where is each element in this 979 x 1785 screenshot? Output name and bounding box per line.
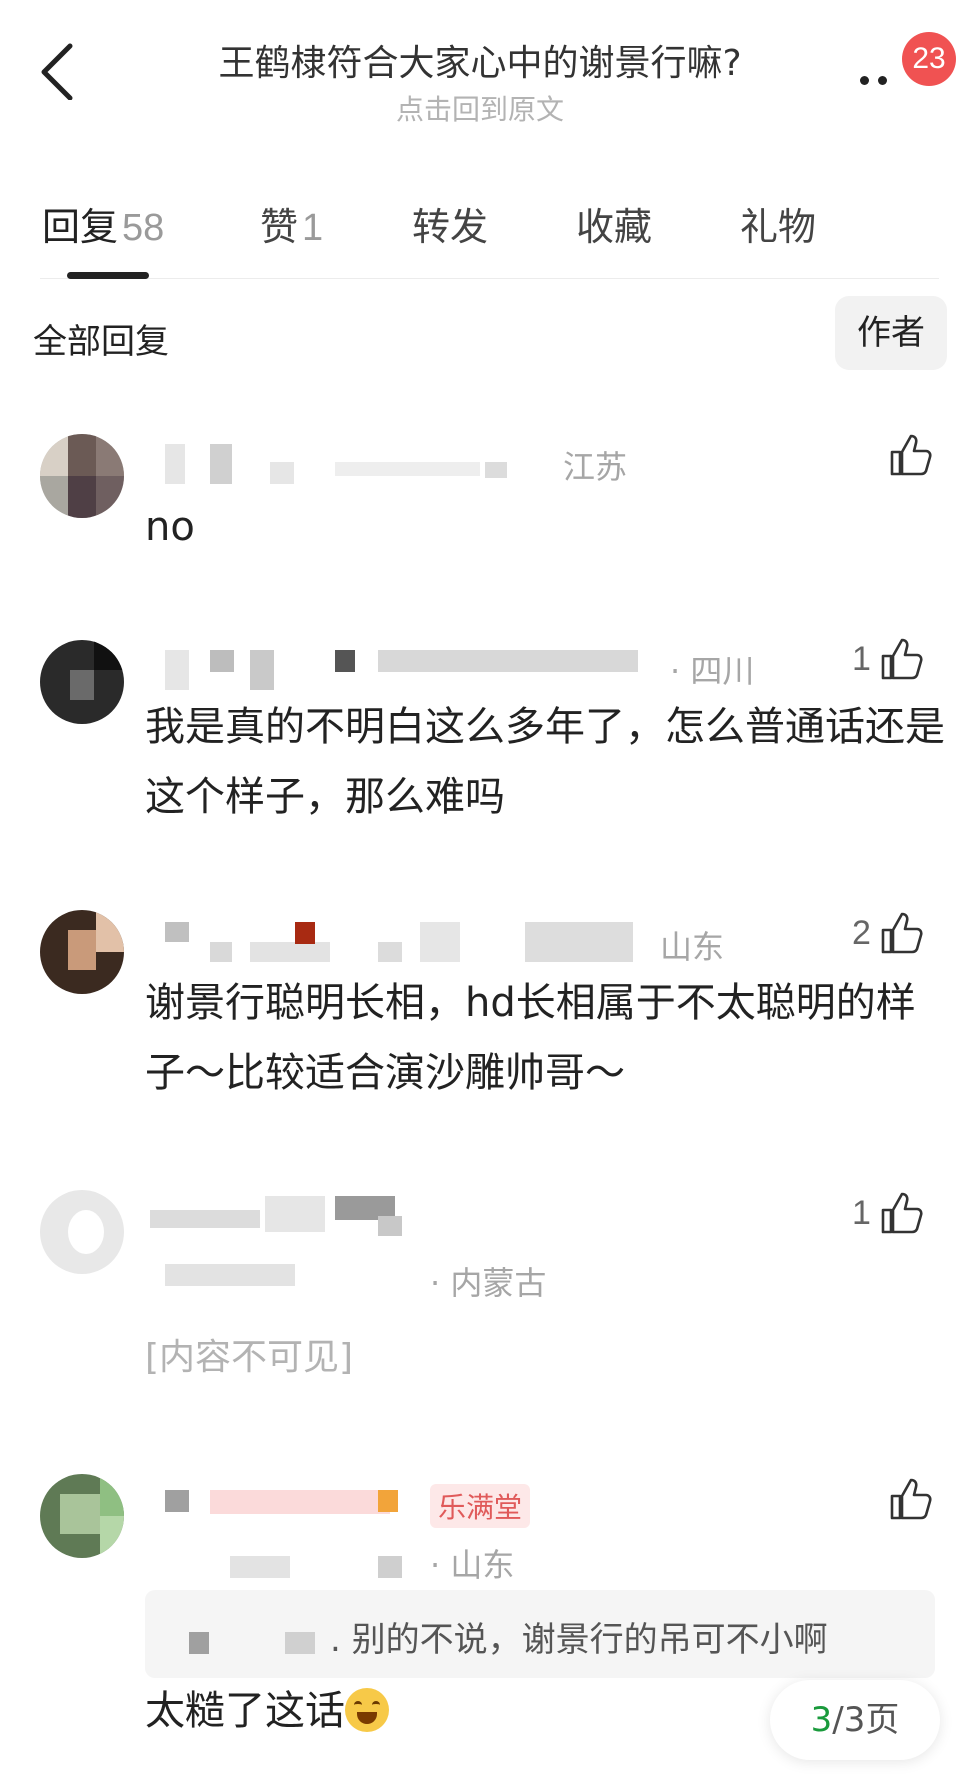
quoted-reply[interactable]: . 别的不说，谢景行的吊可不小啊 <box>145 1590 935 1678</box>
active-tab-indicator <box>67 272 149 279</box>
username-blurred <box>378 942 402 962</box>
tab-label: 赞 <box>260 205 299 249</box>
tab-favorites[interactable]: 收藏 <box>576 196 652 251</box>
like-button[interactable] <box>888 1476 934 1522</box>
comment-text: 太糙了这话 <box>145 1676 705 1746</box>
location-label: · 山东 <box>430 1546 515 1584</box>
username-blurred <box>420 922 460 962</box>
content-hidden-text: [内容不可见] <box>145 1337 354 1378</box>
fan-badge[interactable]: 乐满堂 <box>430 1484 531 1528</box>
comment-text-body: 太糙了这话 <box>145 1688 345 1734</box>
like-button[interactable]: 1 <box>852 1190 925 1236</box>
thumbs-up-icon <box>890 434 932 476</box>
tab-count: 1 <box>302 207 324 249</box>
tab-likes[interactable]: 赞1 <box>260 196 323 251</box>
tab-label: 收藏 <box>576 205 653 249</box>
avatar[interactable] <box>40 1190 124 1274</box>
username-blurred <box>210 650 234 672</box>
username-blurred <box>250 650 274 690</box>
username-blurred <box>525 922 633 962</box>
username-blurred[interactable] <box>165 922 189 942</box>
location-label: 江苏 <box>563 448 628 486</box>
post-title[interactable]: 王鹤棣符合大家心中的谢景行嘛? <box>150 34 810 86</box>
avatar[interactable] <box>40 910 124 994</box>
like-button[interactable]: 2 <box>852 910 925 956</box>
tab-reposts[interactable]: 转发 <box>412 196 488 251</box>
all-replies-label[interactable]: 全部回复 <box>33 314 169 363</box>
username-blurred <box>378 650 638 672</box>
page-indicator[interactable]: 3/3页 <box>770 1680 940 1760</box>
tab-label: 礼物 <box>740 205 817 249</box>
username-blurred <box>378 1216 402 1236</box>
laughing-tears-emoji-icon <box>345 1688 389 1732</box>
tab-label: 回复 <box>42 205 119 249</box>
username-blurred <box>378 1556 402 1578</box>
like-count: 1 <box>852 639 871 678</box>
username-blurred <box>335 462 480 476</box>
avatar[interactable] <box>40 1474 124 1558</box>
username-blurred[interactable] <box>150 1210 260 1228</box>
username-blurred <box>230 1556 290 1578</box>
username-blurred <box>485 462 507 478</box>
comment-text: no <box>145 504 195 550</box>
back-arrow-icon[interactable] <box>30 40 90 100</box>
comment-text: 谢景行聪明长相，hd长相属于不太聪明的样子～比较适合演沙雕帅哥～ <box>145 980 916 1096</box>
username-blurred[interactable] <box>165 444 185 484</box>
comment-text: 我是真的不明白这么多年了，怎么普通话还是这个样子，那么难吗 <box>145 704 945 820</box>
like-count: 1 <box>852 1193 871 1232</box>
back-to-original-link[interactable]: 点击回到原文 <box>150 88 810 128</box>
avatar[interactable] <box>40 434 124 518</box>
username-blurred <box>210 942 232 962</box>
thumbs-up-icon <box>890 1478 932 1520</box>
tabs-divider <box>40 278 939 279</box>
thumbs-up-icon <box>881 1192 923 1234</box>
tab-gifts[interactable]: 礼物 <box>740 196 816 251</box>
notification-badge[interactable]: 23 <box>902 32 956 86</box>
username-blurred[interactable] <box>165 1490 189 1512</box>
username-blurred <box>265 1196 325 1232</box>
username-blurred <box>378 1490 398 1512</box>
username-blurred[interactable] <box>165 650 189 690</box>
location-label: · 四川 <box>670 652 755 690</box>
username-blurred <box>210 1490 390 1514</box>
author-filter-button[interactable]: 作者 <box>835 296 947 370</box>
like-button[interactable]: 1 <box>852 636 925 682</box>
total-pages: /3页 <box>832 1700 900 1740</box>
avatar[interactable] <box>40 640 124 724</box>
username-blurred <box>295 922 315 944</box>
tab-label: 转发 <box>412 205 489 249</box>
tab-count: 58 <box>122 207 165 249</box>
like-count: 2 <box>852 913 871 952</box>
location-label: 山东 <box>660 928 725 966</box>
current-page: 3 <box>810 1700 833 1740</box>
username-blurred <box>335 650 355 672</box>
thumbs-up-icon <box>881 912 923 954</box>
username-blurred <box>270 462 294 484</box>
tab-replies[interactable]: 回复 58 <box>42 196 164 251</box>
location-label: · 内蒙古 <box>430 1264 547 1302</box>
username-blurred <box>250 942 330 962</box>
quoted-reply-text: . 别的不说，谢景行的吊可不小啊 <box>330 1620 828 1660</box>
username-blurred <box>210 444 232 484</box>
thumbs-up-icon <box>881 638 923 680</box>
like-button[interactable] <box>888 432 934 478</box>
username-blurred <box>165 1264 295 1286</box>
